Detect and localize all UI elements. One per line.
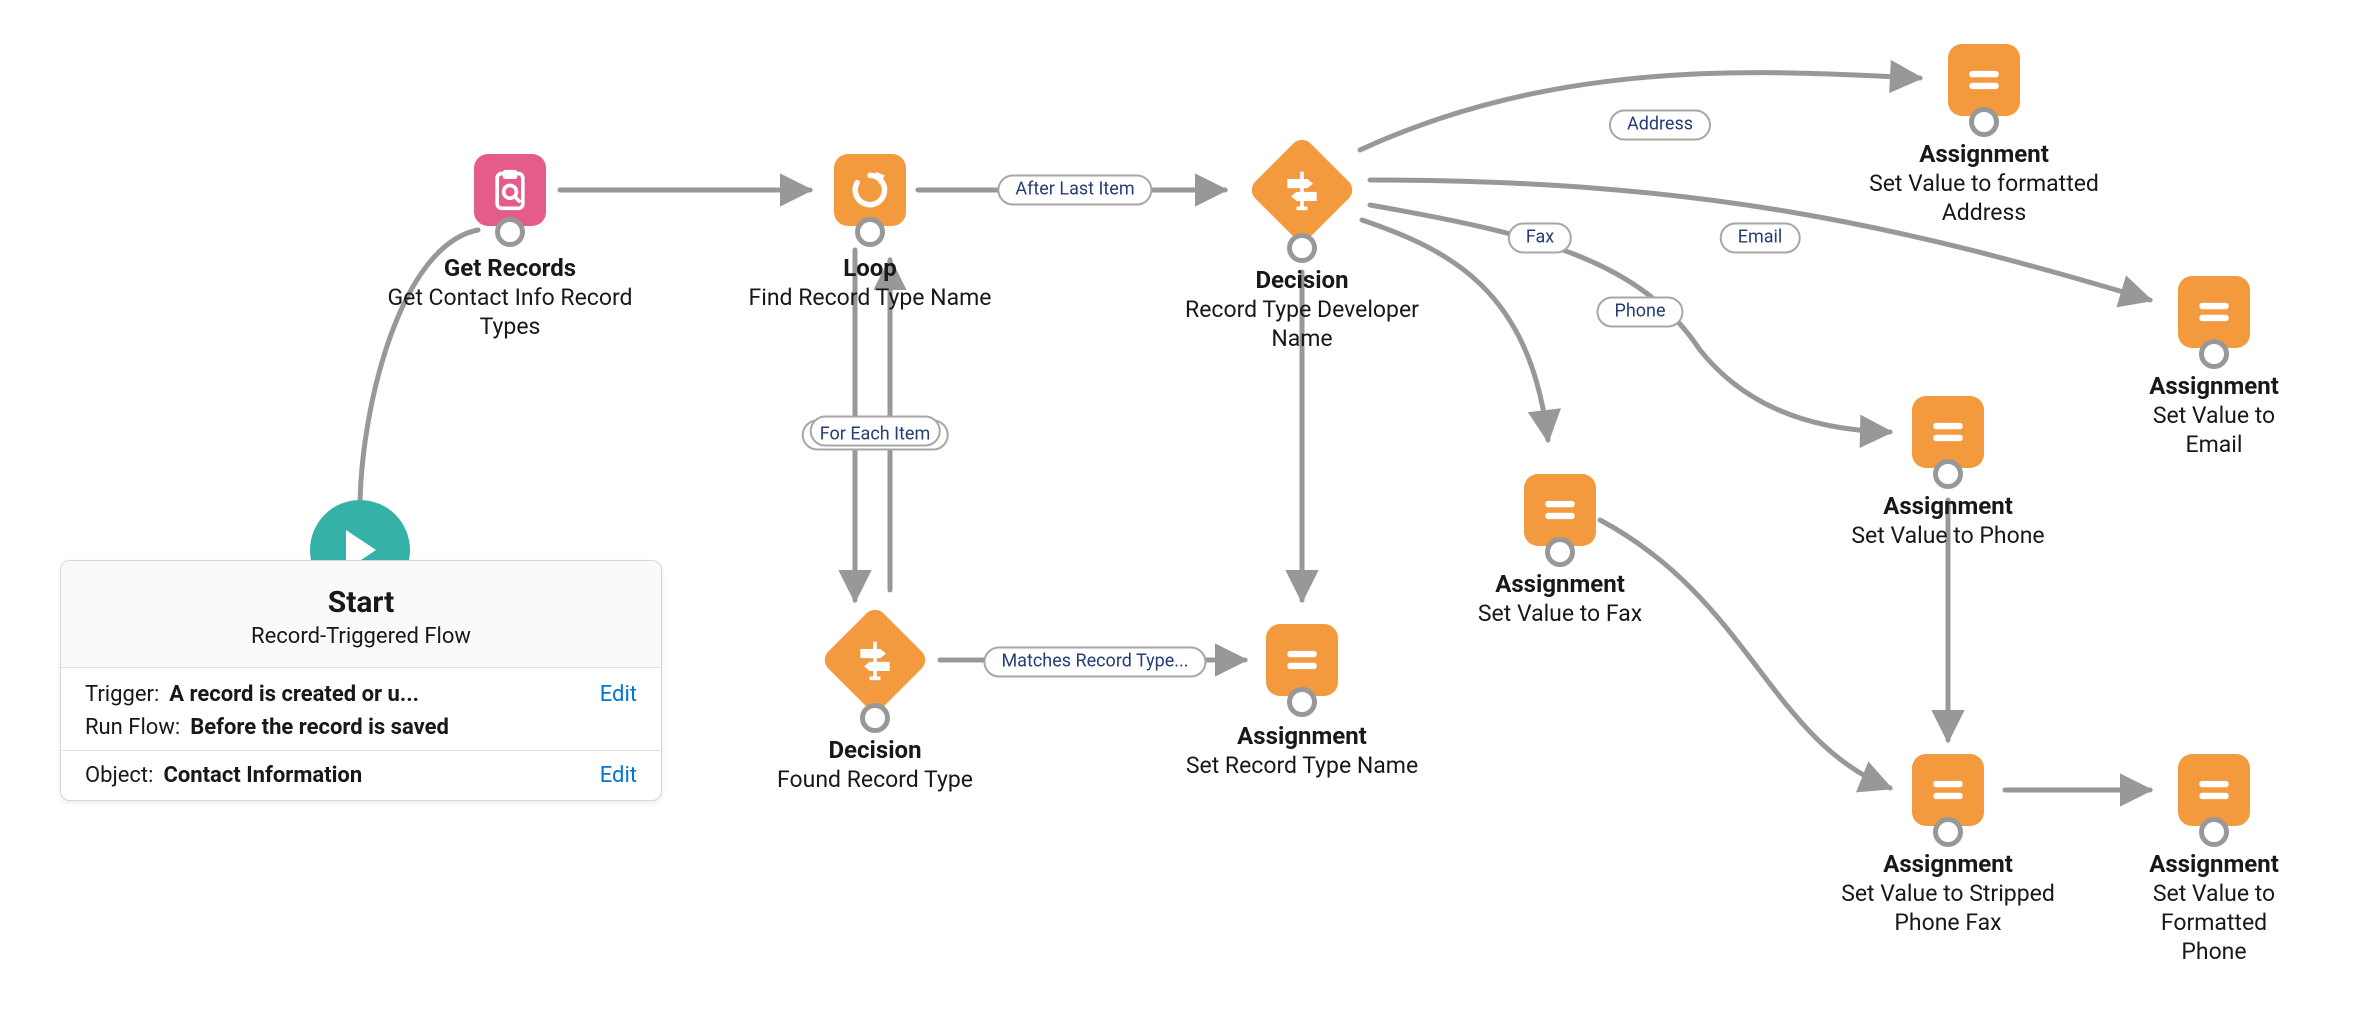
connector-label-after-last: After Last Item bbox=[997, 175, 1152, 206]
node-loop[interactable] bbox=[834, 154, 906, 226]
connector-port bbox=[855, 217, 885, 247]
node-assign-set-rt-name[interactable] bbox=[1266, 624, 1338, 696]
trigger-label: Trigger: bbox=[85, 682, 159, 707]
connector-port bbox=[1287, 687, 1317, 717]
node-assign-address-label: Assignment Set Value to formatted Addres… bbox=[1844, 140, 2124, 228]
node-decision2-label: Decision Record Type Developer Name bbox=[1162, 266, 1442, 354]
signpost-icon bbox=[853, 638, 897, 682]
node-assign-fmt-phone-label: Assignment Set Value to Formatted Phone bbox=[2141, 850, 2287, 966]
connector-port bbox=[1933, 459, 1963, 489]
signpost-icon bbox=[1280, 168, 1324, 212]
object-label: Object: bbox=[85, 763, 153, 788]
connector-label-fax: Fax bbox=[1508, 223, 1572, 254]
node-assign-email-label: Assignment Set Value to Email bbox=[2141, 372, 2287, 460]
equals-icon bbox=[1538, 488, 1582, 532]
connector-label-matches-rt: Matches Record Type... bbox=[983, 647, 1206, 678]
connector-port bbox=[1545, 537, 1575, 567]
start-card: Start Record-Triggered Flow Trigger: A r… bbox=[60, 560, 662, 801]
equals-icon bbox=[2192, 768, 2236, 812]
connector-port bbox=[860, 703, 890, 733]
node-assign-phone[interactable] bbox=[1912, 396, 1984, 468]
loop-icon bbox=[848, 168, 892, 212]
equals-icon bbox=[1926, 410, 1970, 454]
node-decision1-label: Decision Found Record Type bbox=[777, 736, 973, 795]
runflow-value: Before the record is saved bbox=[190, 715, 449, 740]
trigger-value: A record is created or u... bbox=[169, 682, 419, 707]
connector-port bbox=[495, 217, 525, 247]
connector-label-for-each: For Each Item bbox=[802, 420, 949, 451]
node-assign-stripped-label: Assignment Set Value to Stripped Phone F… bbox=[1808, 850, 2088, 938]
connector-label-phone: Phone bbox=[1596, 297, 1683, 328]
node-get-records-label: Get Records Get Contact Info Record Type… bbox=[370, 254, 650, 342]
edit-trigger-link[interactable]: Edit bbox=[600, 668, 661, 707]
runflow-label: Run Flow: bbox=[85, 715, 180, 740]
node-assign-rt-name-label: Assignment Set Record Type Name bbox=[1186, 722, 1418, 781]
node-get-records[interactable] bbox=[474, 154, 546, 226]
connector-port bbox=[2199, 339, 2229, 369]
node-assign-address[interactable] bbox=[1948, 44, 2020, 116]
equals-icon bbox=[1280, 638, 1324, 682]
connector-label-email: Email bbox=[1720, 223, 1801, 254]
node-assign-phone-label: Assignment Set Value to Phone bbox=[1851, 492, 2044, 551]
node-decision-dev-name[interactable] bbox=[1247, 135, 1357, 245]
edit-object-link[interactable]: Edit bbox=[600, 763, 637, 788]
equals-icon bbox=[1926, 768, 1970, 812]
connector-port bbox=[2199, 817, 2229, 847]
connector-port bbox=[1933, 817, 1963, 847]
node-assign-fax[interactable] bbox=[1524, 474, 1596, 546]
connector-port bbox=[1287, 233, 1317, 263]
clipboard-search-icon bbox=[488, 168, 532, 212]
connector-label-address: Address bbox=[1609, 110, 1711, 141]
node-assign-stripped[interactable] bbox=[1912, 754, 1984, 826]
node-loop-label: Loop Find Record Type Name bbox=[749, 254, 992, 313]
node-assign-formatted-phone[interactable] bbox=[2178, 754, 2250, 826]
connector-port bbox=[1969, 107, 1999, 137]
start-title: Start bbox=[81, 585, 641, 620]
node-assign-email[interactable] bbox=[2178, 276, 2250, 348]
start-subtitle: Record-Triggered Flow bbox=[81, 624, 641, 649]
object-value: Contact Information bbox=[163, 763, 362, 788]
equals-icon bbox=[2192, 290, 2236, 334]
equals-icon bbox=[1962, 58, 2006, 102]
node-decision-found-rt[interactable] bbox=[820, 605, 930, 715]
node-assign-fax-label: Assignment Set Value to Fax bbox=[1478, 570, 1642, 629]
